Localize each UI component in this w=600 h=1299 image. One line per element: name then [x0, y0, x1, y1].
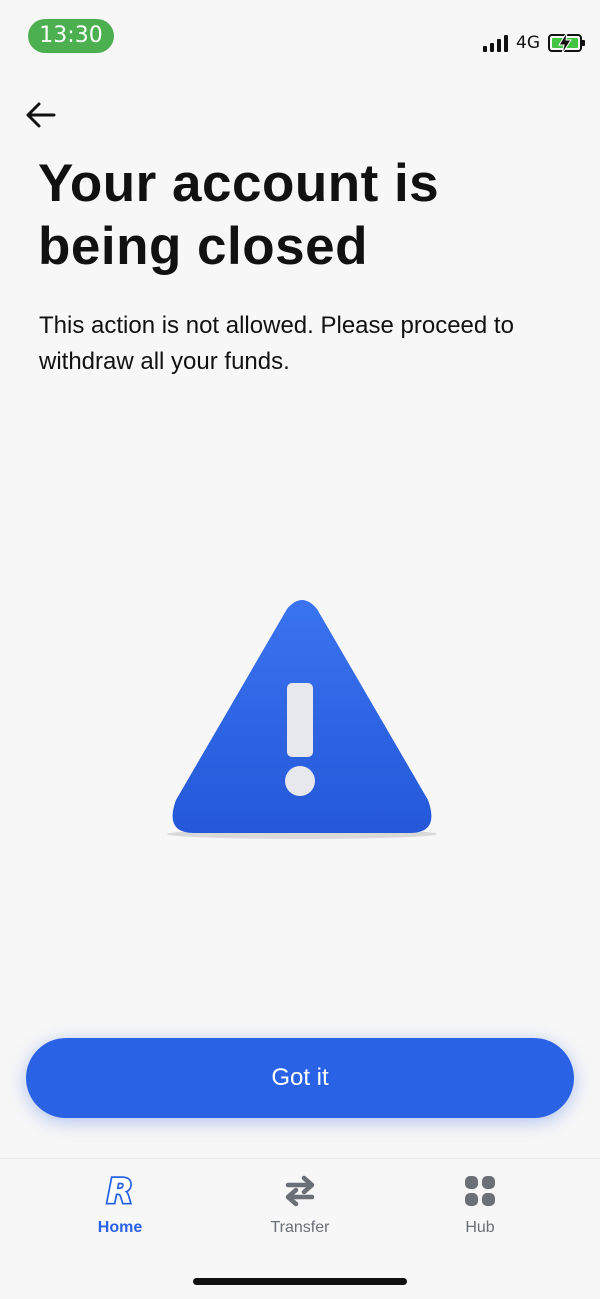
status-indicators: 4G [483, 31, 585, 55]
battery-charging-icon [548, 32, 585, 54]
page-title: Your account is being closed [38, 154, 440, 276]
network-type: 4G [516, 33, 540, 53]
tab-hub-label: Hub [465, 1219, 495, 1236]
arrow-left-icon [26, 102, 56, 128]
home-indicator[interactable] [193, 1278, 407, 1285]
revolut-r-icon: R [105, 1174, 135, 1208]
tab-hub[interactable]: Hub [420, 1171, 540, 1237]
tab-transfer[interactable]: Transfer [240, 1171, 360, 1237]
transfer-arrows-icon [285, 1175, 315, 1207]
tab-transfer-label: Transfer [270, 1219, 330, 1236]
signal-bars-icon [483, 34, 508, 52]
status-time: 13:30 [28, 19, 114, 53]
account-closing-screen: 13:30 4G Your account is being closed Th… [0, 0, 600, 1299]
tab-home-label: Home [97, 1219, 143, 1236]
warning-triangle-icon [160, 595, 445, 845]
back-button[interactable] [24, 98, 58, 132]
grid-icon [465, 1176, 495, 1206]
svg-text:R: R [107, 1174, 133, 1208]
got-it-button[interactable]: Got it [26, 1038, 574, 1118]
tab-home[interactable]: R Home [60, 1171, 180, 1237]
page-message: This action is not allowed. Please proce… [39, 312, 514, 375]
